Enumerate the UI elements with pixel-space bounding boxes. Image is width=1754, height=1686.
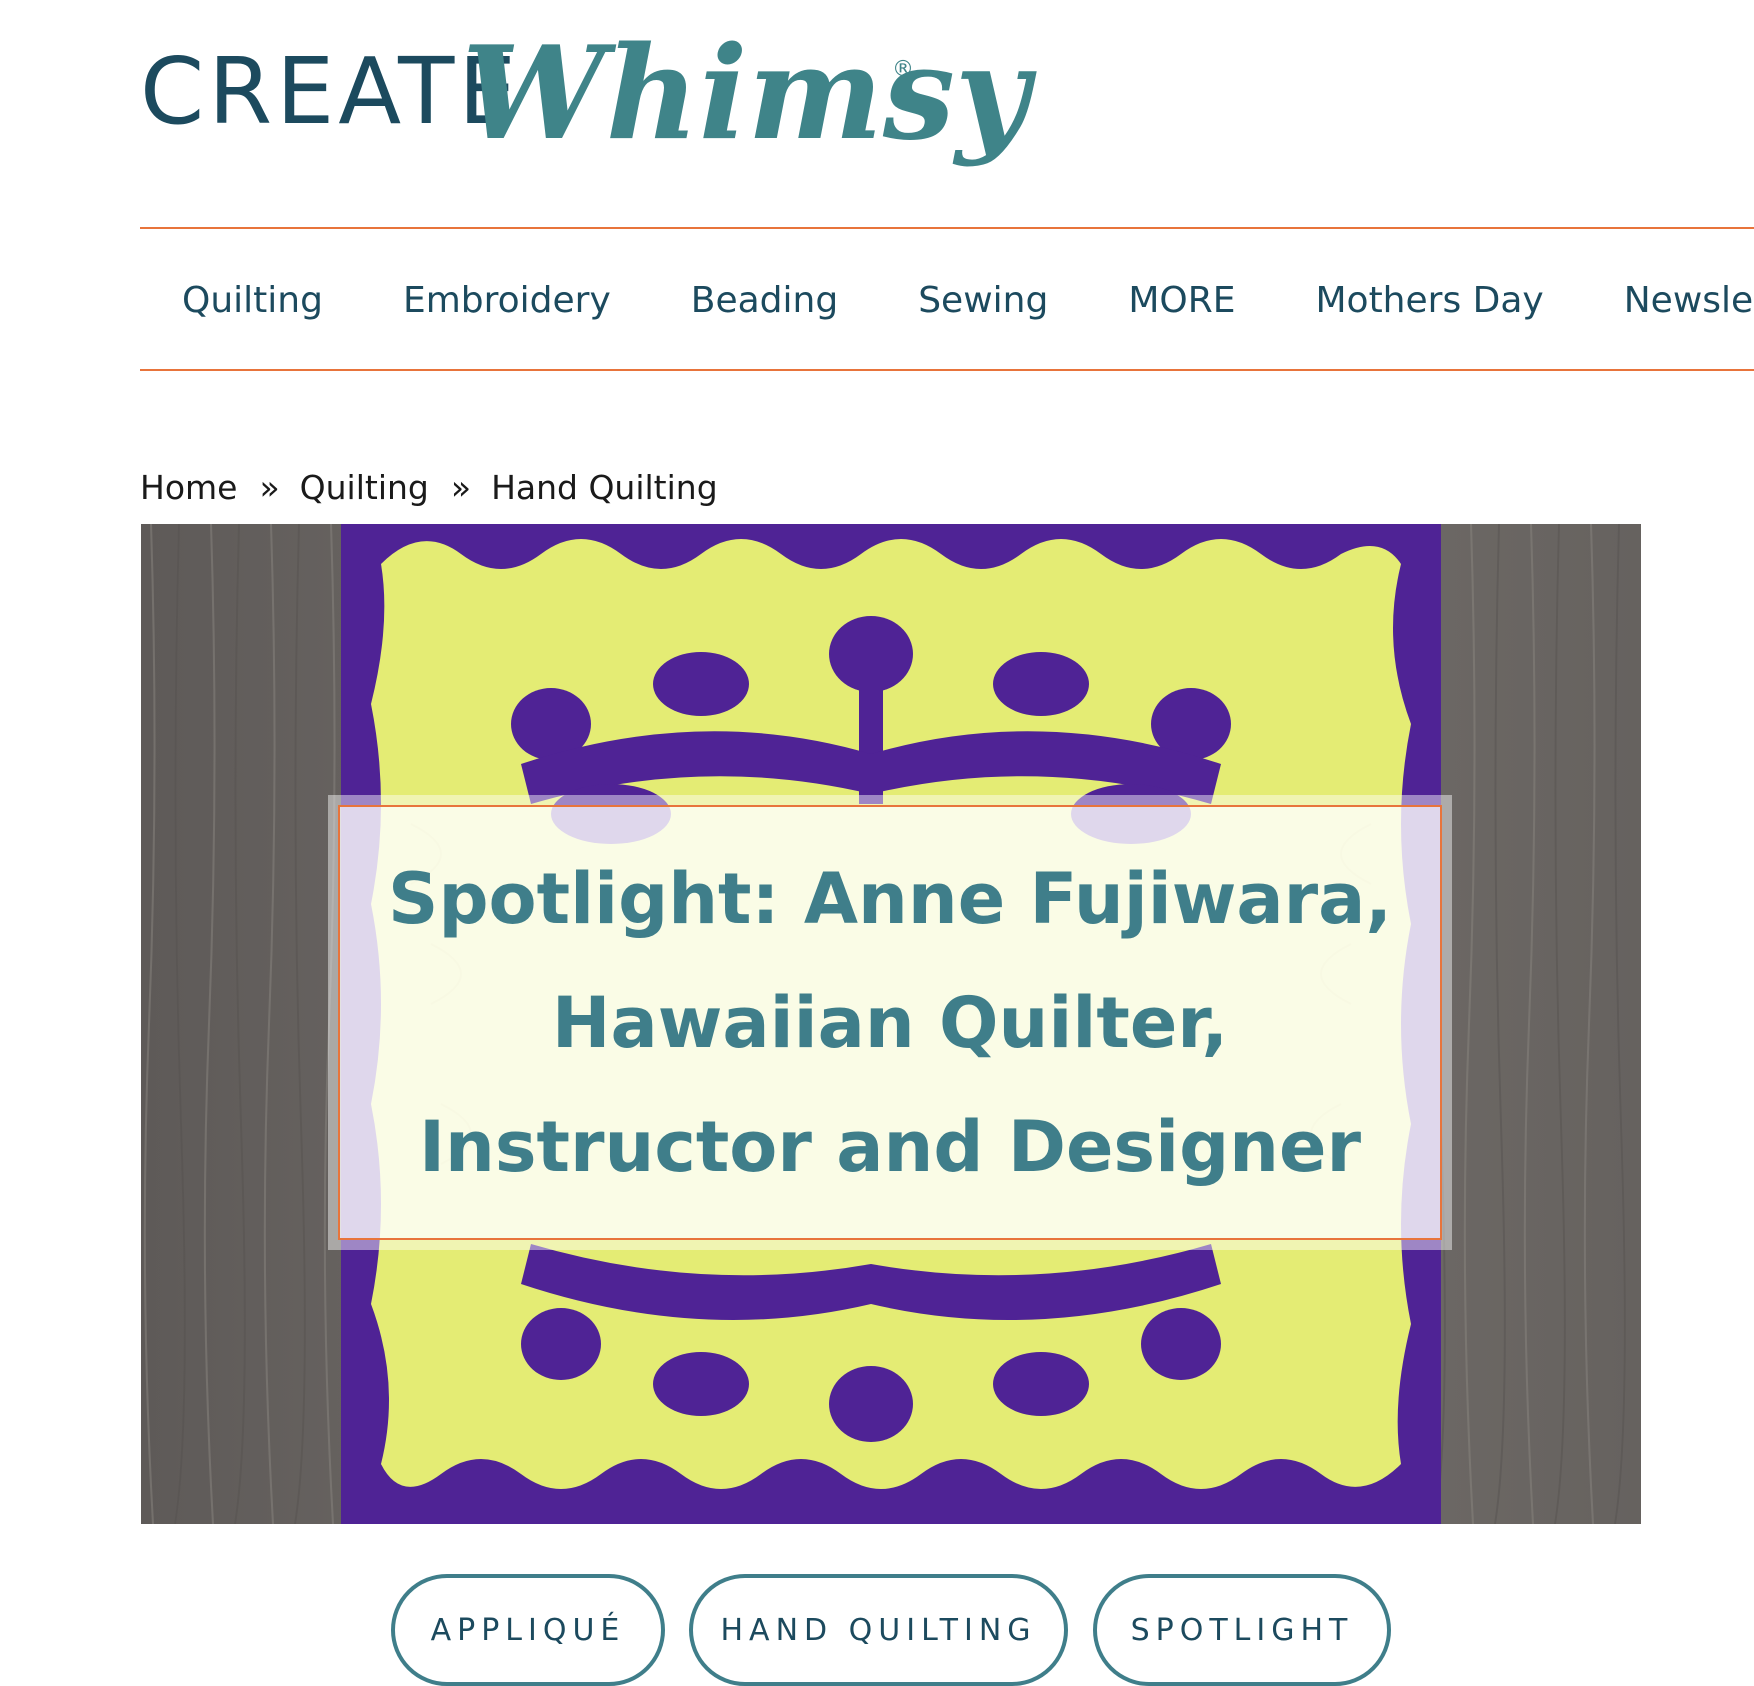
logo-graphic: CREATE Whimsy ® [140,19,1037,169]
nav-item-beading[interactable]: Beading [691,280,838,321]
hero-title-box: Spotlight: Anne Fujiwara, Hawaiian Quilt… [338,805,1442,1240]
nav-item-embroidery[interactable]: Embroidery [403,280,611,321]
nav-item-quilting[interactable]: Quilting [182,280,323,321]
main-nav: Quilting Embroidery Beading Sewing MORE … [140,232,1754,368]
nav-item-newsletter-signup[interactable]: Newsletter Signup [1624,280,1754,321]
nav-item-mothers-day[interactable]: Mothers Day [1315,280,1543,321]
tag-spotlight[interactable]: SPOTLIGHT [1093,1574,1391,1686]
logo-whimsy-text: Whimsy [462,19,1037,169]
nav-item-sewing[interactable]: Sewing [918,280,1048,321]
breadcrumb-hand-quilting[interactable]: Hand Quilting [491,468,718,507]
breadcrumb-separator: » [259,467,280,507]
tag-applique[interactable]: APPLIQUÉ [391,1574,665,1686]
breadcrumb-quilting[interactable]: Quilting [300,468,429,507]
nav-top-divider [140,227,1754,229]
registered-mark: ® [892,57,914,82]
site-logo[interactable]: CREATE Whimsy ® [140,19,1037,218]
breadcrumb-home[interactable]: Home [140,468,237,507]
tag-list: APPLIQUÉ HAND QUILTING SPOTLIGHT [0,1574,1754,1686]
breadcrumb: Home » Quilting » Hand Quilting [140,462,718,512]
article-title: Spotlight: Anne Fujiwara, Hawaiian Quilt… [388,857,1392,1188]
nav-bottom-divider [140,369,1754,371]
breadcrumb-separator: » [450,467,472,507]
tag-hand-quilting[interactable]: HAND QUILTING [689,1574,1068,1686]
nav-item-more[interactable]: MORE [1128,280,1235,321]
